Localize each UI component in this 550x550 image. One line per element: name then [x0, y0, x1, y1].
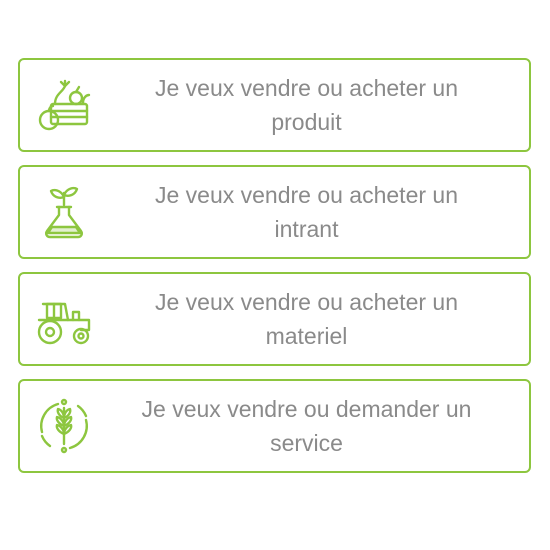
option-service-label: Je veux vendre ou demander un service [141, 396, 472, 456]
option-intrant-button[interactable]: Je veux vendre ou acheter un intrant [18, 165, 531, 259]
option-produit-label: Je veux vendre ou acheter un produit [154, 75, 459, 135]
option-service-button[interactable]: Je veux vendre ou demander un service [18, 379, 531, 473]
produce-basket-icon [32, 73, 96, 137]
wheat-circle-icon [32, 394, 96, 458]
option-list: Je veux vendre ou acheter un produit Je … [18, 58, 531, 486]
option-materiel-label: Je veux vendre ou acheter un materiel [154, 289, 459, 349]
option-materiel-button[interactable]: Je veux vendre ou acheter un materiel [18, 272, 531, 366]
tractor-icon [32, 287, 96, 351]
option-produit-button[interactable]: Je veux vendre ou acheter un produit [18, 58, 531, 152]
sprout-flask-icon [32, 180, 96, 244]
option-intrant-label: Je veux vendre ou acheter un intrant [154, 182, 459, 242]
